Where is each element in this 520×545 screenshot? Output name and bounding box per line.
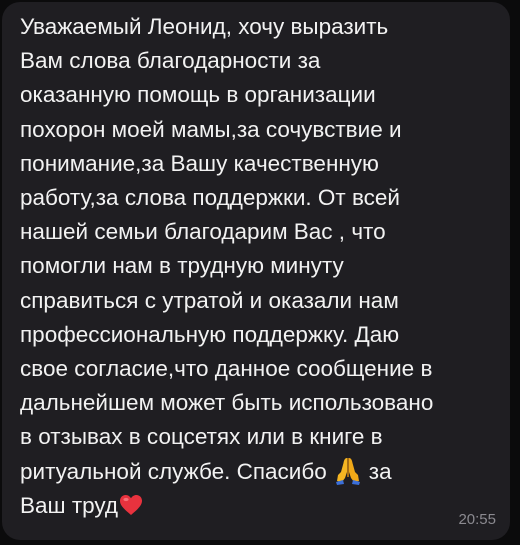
- message-bubble[interactable]: Уважаемый Леонид, хочу выразить Вам слов…: [2, 2, 510, 540]
- message-line: работу,за слова поддержки. От всей: [20, 185, 400, 211]
- message-line: дальнейшем может быть использовано: [20, 390, 434, 416]
- chat-background: Уважаемый Леонид, хочу выразить Вам слов…: [0, 0, 520, 545]
- message-line: оказанную помощь в организации: [20, 82, 376, 108]
- message-line: нашей семьи благодарим Вас , что: [20, 219, 386, 245]
- message-line: в отзывах в соцсетях или в книге в: [20, 424, 383, 450]
- message-text: Уважаемый Леонид, хочу выразить Вам слов…: [20, 10, 498, 523]
- message-line: Уважаемый Леонид, хочу выразить: [20, 14, 389, 39]
- message-line: Вам слова благодарности за: [20, 48, 321, 74]
- message-line: помогли нам в трудную минуту: [20, 253, 344, 279]
- message-line-with-emoji: ритуальной службе. Спасибо за: [20, 455, 498, 489]
- message-text-segment: за: [368, 458, 392, 484]
- message-line-with-emoji: Ваш труд: [20, 489, 498, 523]
- message-text-segment: ритуальной службе. Спасибо: [20, 458, 327, 484]
- message-line: справиться с утратой и оказали нам: [20, 287, 399, 313]
- folded-hands-icon: [335, 457, 360, 485]
- message-line: профессиональную поддержку. Даю: [20, 321, 400, 347]
- message-line: понимание,за Вашу качественную: [20, 150, 379, 176]
- message-text-segment: Ваш труд: [20, 492, 119, 518]
- message-line: свое согласие,что данное сообщение в: [20, 356, 433, 382]
- message-timestamp: 20:55: [458, 511, 496, 528]
- message-line: похорон моей мамы,за сочувствие и: [20, 116, 402, 142]
- red-heart-icon: [120, 494, 143, 515]
